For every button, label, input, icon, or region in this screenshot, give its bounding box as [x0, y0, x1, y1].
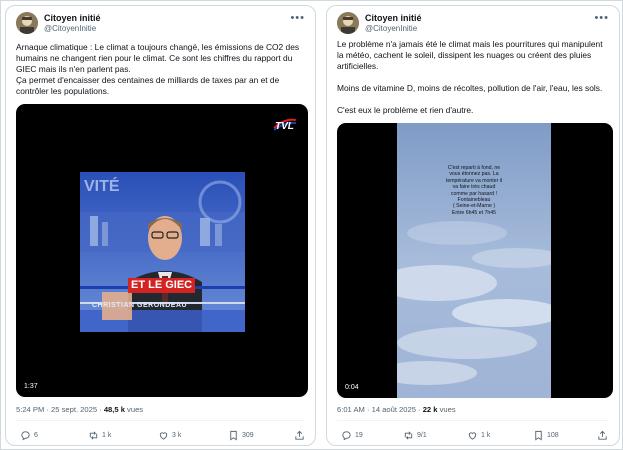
- tweet-card-1[interactable]: Citoyen initié @CitoyenInitie ••• Arnaqu…: [5, 5, 316, 446]
- bookmark-icon: [230, 430, 237, 440]
- tweet-time[interactable]: 6:01 AM · 14 août 2025 ·: [337, 405, 423, 414]
- share-icon: [295, 430, 304, 440]
- user-handle[interactable]: @CitoyenInitie: [365, 24, 417, 33]
- avatar[interactable]: [16, 12, 38, 34]
- video-banner: ET LE GIEC: [128, 278, 196, 293]
- like-count: 3 k: [172, 431, 182, 439]
- video-frame: VITÉ ET LE GIEC CHRISTIAN GERONDEAU: [80, 172, 245, 332]
- tweet-paragraph: Ça permet d'encaisser des centaines de m…: [16, 75, 280, 96]
- more-icon[interactable]: •••: [290, 12, 305, 24]
- repost-count: 9/1: [417, 431, 427, 439]
- repost-button[interactable]: 1 k: [88, 427, 111, 443]
- video-overlay-text: C'est reparti à fond, ne vous étonnez pa…: [397, 165, 551, 216]
- tweet-paragraph: Arnaque climatique : Le climat a toujour…: [16, 42, 300, 74]
- bookmark-button[interactable]: 309: [228, 427, 254, 443]
- avatar[interactable]: [337, 12, 359, 34]
- bookmark-count: 309: [242, 431, 254, 439]
- video-player[interactable]: C'est reparti à fond, ne vous étonnez pa…: [337, 123, 613, 398]
- user-name[interactable]: Citoyen initié: [365, 13, 422, 23]
- bookmark-button[interactable]: 108: [533, 427, 559, 443]
- tweet-text: Arnaque climatique : Le climat a toujour…: [16, 42, 303, 97]
- bookmark-icon: [535, 430, 542, 440]
- tweet-actions: 19 9/1 1 k 108: [337, 427, 609, 443]
- tweet-paragraph: Le problème n'a jamais été le climat mai…: [337, 39, 603, 71]
- screenshot-frame: Citoyen initié @CitoyenInitie ••• Arnaqu…: [0, 0, 623, 450]
- tvl-logo: TVL: [272, 116, 298, 134]
- like-button[interactable]: 3 k: [158, 427, 181, 443]
- video-duration: 1:37: [24, 383, 38, 390]
- tweet-meta: 6:01 AM · 14 août 2025 · 22 k vues: [337, 405, 456, 414]
- tweet-header: Citoyen initié @CitoyenInitie •••: [337, 12, 609, 36]
- like-icon: [468, 431, 477, 440]
- user-handle[interactable]: @CitoyenInitie: [44, 24, 96, 33]
- share-button[interactable]: [294, 427, 308, 443]
- video-lower-third: CHRISTIAN GERONDEAU: [92, 302, 188, 309]
- tweet-actions: 6 1 k 3 k 309: [16, 427, 305, 443]
- tweet-text: Le problème n'a jamais été le climat mai…: [337, 39, 607, 116]
- video-duration: 0:04: [345, 384, 359, 391]
- video-player[interactable]: VITÉ ET LE GIEC CHRISTIAN GERONDEAU TVL …: [16, 104, 308, 397]
- like-icon: [159, 431, 168, 440]
- user-name[interactable]: Citoyen initié: [44, 13, 101, 23]
- like-button[interactable]: 1 k: [467, 427, 490, 443]
- more-icon[interactable]: •••: [594, 12, 609, 24]
- divider: [337, 420, 609, 421]
- tvl-logo-text: TVL: [275, 121, 294, 132]
- reply-icon: [21, 430, 30, 440]
- reply-count: 19: [355, 431, 363, 439]
- reply-button[interactable]: 19: [341, 427, 363, 443]
- video-frame: C'est reparti à fond, ne vous étonnez pa…: [397, 123, 551, 398]
- overlay-line: Entre 6h45 et 7h45: [451, 209, 497, 216]
- reply-count: 6: [34, 431, 38, 439]
- divider: [16, 420, 305, 421]
- tweet-paragraph: C'est eux le problème et rien d'autre.: [337, 105, 474, 115]
- tweet-views-label: vues: [437, 405, 456, 414]
- repost-icon: [89, 431, 98, 439]
- tweet-paragraph: Moins de vitamine D, moins de récoltes, …: [337, 83, 603, 93]
- tweet-meta: 5:24 PM · 25 sept. 2025 · 48,5 k vues: [16, 405, 143, 414]
- tweet-header: Citoyen initié @CitoyenInitie •••: [16, 12, 305, 36]
- tweet-card-2[interactable]: Citoyen initié @CitoyenInitie ••• Le pro…: [326, 5, 620, 446]
- reply-button[interactable]: 6: [20, 427, 38, 443]
- repost-button[interactable]: 9/1: [403, 427, 427, 443]
- repost-icon: [404, 431, 413, 439]
- tweet-views-count: 22 k: [422, 405, 438, 414]
- tweet-time[interactable]: 5:24 PM · 25 sept. 2025 ·: [16, 405, 104, 414]
- video-bg-text: VITÉ: [84, 178, 120, 195]
- repost-count: 1 k: [102, 431, 112, 439]
- share-button[interactable]: [597, 427, 611, 443]
- share-icon: [598, 430, 607, 440]
- bookmark-count: 108: [547, 431, 559, 439]
- tweet-views-count: 48,5 k: [103, 405, 125, 414]
- tweet-views-label: vues: [124, 405, 144, 414]
- like-count: 1 k: [481, 431, 491, 439]
- reply-icon: [342, 430, 351, 440]
